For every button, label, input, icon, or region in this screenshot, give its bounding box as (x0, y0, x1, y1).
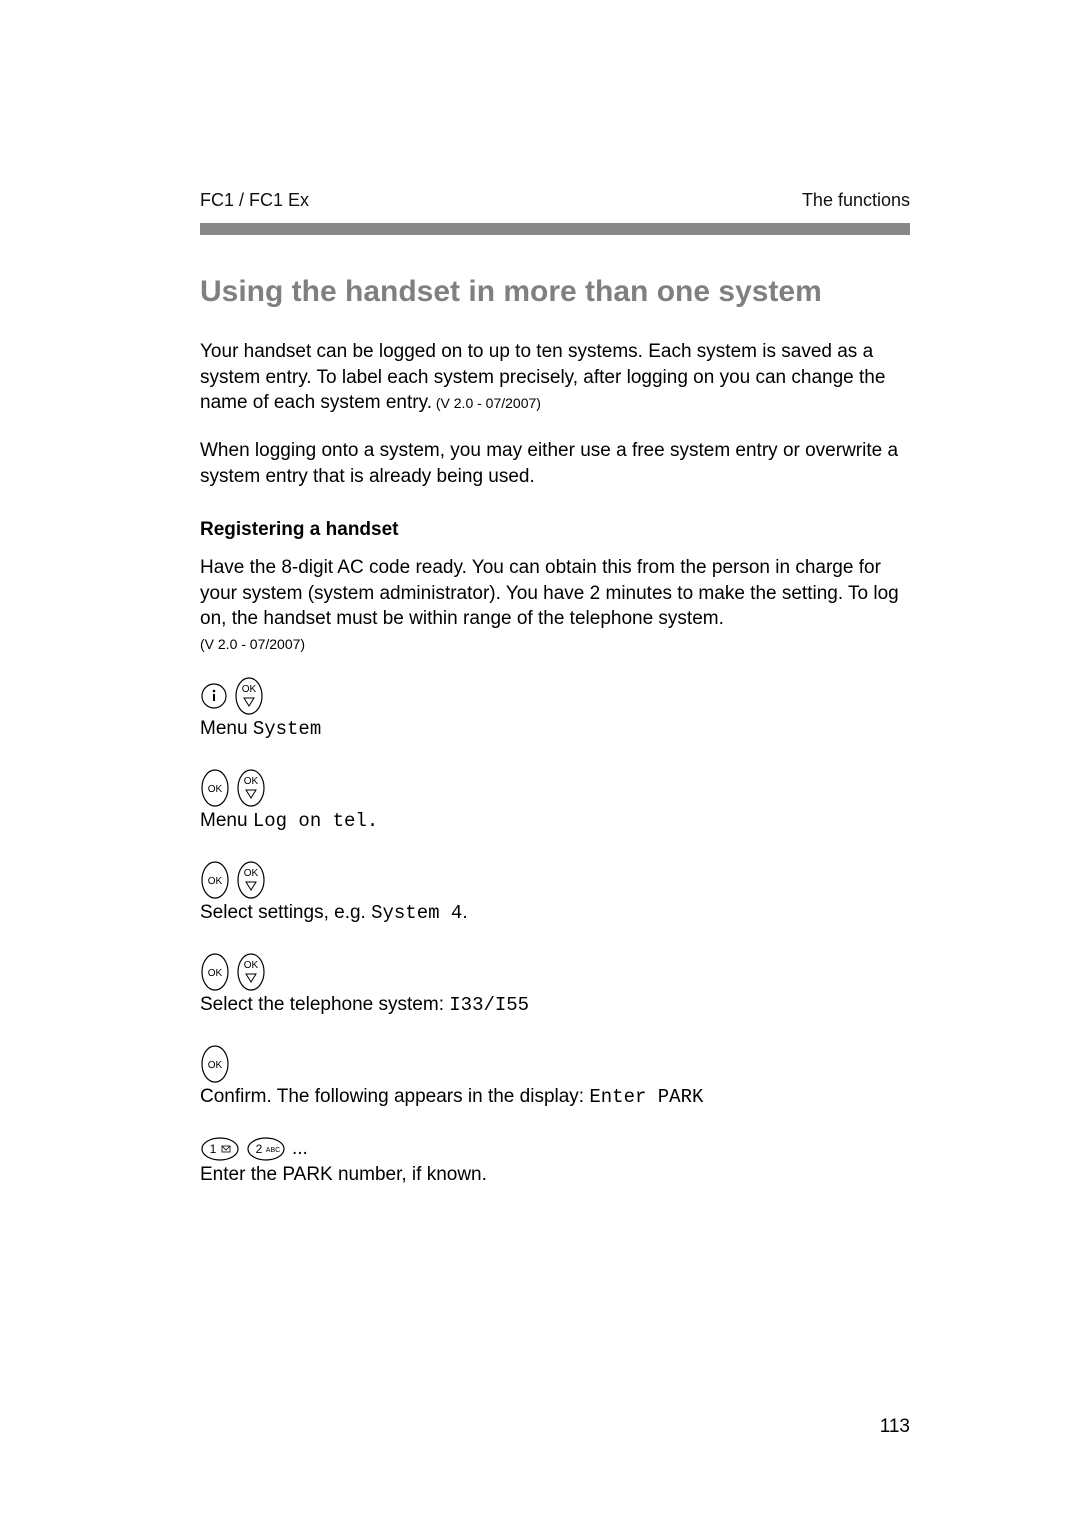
step-1-label: Menu System (200, 718, 910, 740)
svg-text:OK: OK (208, 1060, 223, 1071)
step-2-label: Menu Log on tel. (200, 810, 910, 832)
header-divider (200, 223, 910, 235)
svg-text:OK: OK (208, 968, 223, 979)
step-3-label: Select settings, e.g. System 4. (200, 902, 910, 924)
svg-text:OK: OK (208, 784, 223, 795)
step-4-mono: I33/I55 (449, 994, 529, 1016)
step-5-mono: Enter PARK (589, 1086, 703, 1108)
step-4-prefix: Select the telephone system: (200, 994, 449, 1015)
ok-down-key-icon: OK (236, 768, 266, 808)
step-6-dots: ... (292, 1138, 308, 1160)
register-paragraph: Have the 8-digit AC code ready. You can … (200, 555, 910, 632)
step-6-label: Enter the PARK number, if known. (200, 1164, 910, 1186)
svg-text:1: 1 (210, 1142, 217, 1156)
step-5: OK Confirm. The following appears in the… (200, 1044, 910, 1108)
step-1: OK Menu System (200, 676, 910, 740)
step-3-prefix: Select settings, e.g. (200, 902, 371, 923)
step-5-prefix: Confirm. The following appears in the di… (200, 1086, 589, 1107)
svg-text:OK: OK (208, 876, 223, 887)
intro-note-1: (V 2.0 - 07/2007) (432, 395, 541, 411)
ok-key-icon: OK (200, 1044, 230, 1084)
ok-down-key-icon: OK (234, 676, 264, 716)
step-2: OK OK Menu Log on tel. (200, 768, 910, 832)
step-1-prefix: Menu (200, 718, 253, 739)
step-3: OK OK Select settings, e.g. System 4. (200, 860, 910, 924)
key-2-icon: 2ABC (246, 1136, 286, 1162)
info-key-icon (200, 682, 228, 710)
key-1-icon: 1 (200, 1136, 240, 1162)
step-2-icons: OK OK (200, 768, 910, 808)
intro-text-1: Your handset can be logged on to up to t… (200, 341, 885, 413)
ok-key-icon: OK (200, 768, 230, 808)
step-6: 1 2ABC ... Enter the PARK number, if kno… (200, 1136, 910, 1186)
step-1-icons: OK (200, 676, 910, 716)
ok-key-icon: OK (200, 952, 230, 992)
step-2-mono: Log on tel. (253, 810, 378, 832)
step-4-label: Select the telephone system: I33/I55 (200, 994, 910, 1016)
svg-text:OK: OK (244, 868, 259, 879)
svg-text:ABC: ABC (266, 1147, 280, 1154)
intro-paragraph-1: Your handset can be logged on to up to t… (200, 339, 910, 416)
step-3-icons: OK OK (200, 860, 910, 900)
svg-text:2: 2 (256, 1142, 263, 1156)
step-5-icons: OK (200, 1044, 910, 1084)
header-left: FC1 / FC1 Ex (200, 190, 309, 211)
svg-text:OK: OK (244, 776, 259, 787)
ok-key-icon: OK (200, 860, 230, 900)
intro-paragraph-2: When logging onto a system, you may eith… (200, 438, 910, 489)
header-row: FC1 / FC1 Ex The functions (200, 190, 910, 211)
step-3-mono: System 4 (371, 902, 462, 924)
ok-down-key-icon: OK (236, 860, 266, 900)
header-right: The functions (802, 190, 910, 211)
page: FC1 / FC1 Ex The functions Using the han… (0, 0, 1080, 1528)
step-4: OK OK Select the telephone system: I33/I… (200, 952, 910, 1016)
register-note: (V 2.0 - 07/2007) (200, 636, 910, 652)
step-1-mono: System (253, 718, 321, 740)
page-number: 113 (880, 1416, 910, 1438)
step-4-icons: OK OK (200, 952, 910, 992)
ok-down-key-icon: OK (236, 952, 266, 992)
step-3-suffix: . (462, 902, 467, 923)
step-2-prefix: Menu (200, 810, 253, 831)
svg-text:OK: OK (242, 684, 257, 695)
step-5-label: Confirm. The following appears in the di… (200, 1086, 910, 1108)
step-6-icons: 1 2ABC ... (200, 1136, 910, 1162)
page-title: Using the handset in more than one syste… (200, 275, 910, 309)
subheading-registering: Registering a handset (200, 519, 910, 541)
svg-text:OK: OK (244, 960, 259, 971)
